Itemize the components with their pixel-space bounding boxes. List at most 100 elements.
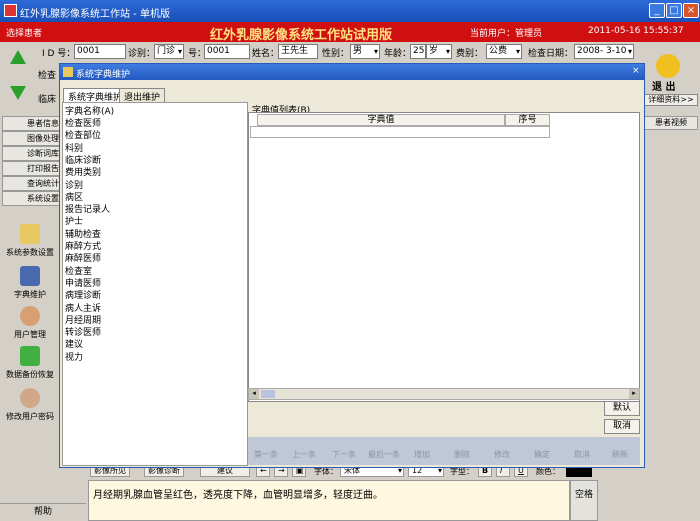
check-date-picker[interactable]: 2008- 3-10 (574, 44, 634, 59)
nav-partial-check[interactable]: 检查 (38, 68, 56, 81)
column-header-order[interactable]: 序号 (505, 114, 550, 126)
nav-query-stats[interactable]: 查询统计 (2, 176, 60, 191)
nav-partial-clinical[interactable]: 临床 (38, 92, 56, 105)
name-label: 姓名： (252, 49, 280, 59)
sex-select[interactable]: 男 (350, 44, 380, 59)
horizontal-scrollbar[interactable]: ◂ ▸ (248, 388, 640, 400)
number-input[interactable]: 0001 (204, 44, 250, 59)
report-text: 月经期乳腺血管呈红色，透亮度下降，血管明显增多，轻度迂曲。 (93, 490, 383, 501)
list-item[interactable]: 病理诊断 (65, 288, 101, 301)
list-item[interactable]: 检查部位 (65, 128, 101, 141)
list-item[interactable]: 临床诊断 (65, 153, 101, 166)
tool-label: 字典维护 (14, 290, 46, 299)
nav-prev-button[interactable]: 上一条 (292, 449, 316, 460)
list-item[interactable]: 月经周期 (65, 313, 101, 326)
list-item[interactable]: 费用类别 (65, 165, 101, 178)
tab-dictionary-maintenance[interactable]: 系统字典维护 (63, 88, 128, 103)
dialog-close-icon[interactable]: × (632, 66, 643, 77)
scroll-thumb[interactable] (261, 390, 275, 398)
age-unit-select[interactable]: 岁 (426, 44, 452, 59)
add-button[interactable]: 增加 (414, 449, 430, 460)
list-item[interactable]: 辅助检查 (65, 227, 101, 240)
minimize-button[interactable]: _ (649, 3, 665, 18)
dictionary-dialog: 系统字典维护 × 系统字典维护 退出维护 字典名称(A) 检查医师 检查部位 科别临… (59, 63, 645, 468)
up-arrow-icon[interactable] (10, 50, 26, 64)
nav-print-report[interactable]: 打印报告 (2, 161, 60, 176)
report-text-area[interactable]: 月经期乳腺血管呈红色，透亮度下降，血管明显增多，轻度迂曲。 (88, 480, 570, 521)
table-row[interactable] (250, 126, 550, 138)
tool-change-password[interactable]: 修改用户密码 (0, 388, 60, 422)
detail-info-button[interactable]: 详细资料>> (644, 94, 698, 106)
dictionary-value-grid[interactable]: 字典值 序号 (248, 112, 640, 402)
list-item[interactable]: 麻醉方式 (65, 239, 101, 252)
dialog-title: 系统字典维护 (76, 70, 131, 80)
list-item[interactable]: 科别 (65, 141, 83, 154)
book-icon (20, 266, 40, 286)
nav-patient-info[interactable]: 患者信息 (2, 116, 60, 131)
maximize-button[interactable]: □ (666, 3, 682, 18)
nav-last-button[interactable]: 最后一条 (368, 449, 400, 460)
list-item[interactable]: 诊别 (65, 178, 83, 191)
window-title: 红外乳腺影像系统工作站 - 单机版 (20, 9, 170, 20)
cancel-button[interactable]: 取消 (604, 419, 640, 434)
close-button[interactable]: × (683, 3, 699, 18)
exit-icon[interactable] (656, 54, 680, 78)
users-icon (20, 306, 40, 326)
fee-select[interactable]: 公费 (486, 44, 522, 59)
folder-settings-icon (20, 224, 40, 244)
tool-dictionary[interactable]: 字典维护 (0, 266, 60, 300)
down-arrow-icon[interactable] (10, 86, 26, 100)
nav-cancel-button[interactable]: 取消 (574, 449, 590, 460)
list-item[interactable]: 检查医师 (65, 116, 101, 129)
dictionary-list[interactable]: 字典名称(A) 检查医师 检查部位 科别 临床诊断 费用类别 诊别 病区 报告记录人 护士 辅助检… (62, 102, 248, 466)
check-date-label: 检查日期： (528, 49, 574, 59)
tool-user-management[interactable]: 用户管理 (0, 306, 60, 340)
list-item[interactable]: 视力 (65, 350, 83, 363)
id-input[interactable]: 0001 (74, 44, 126, 59)
name-input[interactable]: 王先生 (278, 44, 318, 59)
column-header-value[interactable]: 字典值 (257, 114, 505, 126)
confirm-button[interactable]: 确定 (534, 449, 550, 460)
fee-label: 费别： (456, 49, 484, 59)
dialog-titlebar: 系统字典维护 × (60, 64, 644, 80)
patient-video-button[interactable]: 患者视频 (644, 116, 698, 130)
delete-button[interactable]: 删除 (454, 449, 470, 460)
scroll-right-icon[interactable]: ▸ (629, 389, 639, 399)
list-item[interactable]: 检查室 (65, 264, 92, 277)
header-bar: 选择患者 红外乳腺影像系统工作站试用版 当前用户：管理员 2011-05-16 … (0, 22, 700, 43)
space-button[interactable]: 空格 (570, 480, 598, 521)
default-button[interactable]: 默认 (604, 401, 640, 416)
tool-label: 数据备份恢复 (6, 370, 54, 379)
exit-button[interactable]: 退 出 (652, 78, 675, 93)
nav-next-button[interactable]: 下一条 (332, 449, 356, 460)
list-item[interactable]: 转诊医师 (65, 325, 101, 338)
list-item[interactable]: 护士 (65, 214, 83, 227)
backup-icon (20, 346, 40, 366)
select-patient-link[interactable]: 选择患者 (6, 26, 42, 39)
right-panel: 退 出 详细资料>> 患者视频 (640, 54, 700, 521)
nav-diagnosis-lexicon[interactable]: 诊断词库 (2, 146, 60, 161)
nav-system-settings[interactable]: 系统设置 (2, 191, 60, 206)
list-item[interactable]: 建议 (65, 337, 83, 350)
edit-button[interactable]: 修改 (494, 449, 510, 460)
list-item[interactable]: 申请医师 (65, 276, 101, 289)
help-button[interactable]: 帮助 (0, 503, 86, 521)
sex-label: 性别： (322, 49, 350, 59)
system-banner: 红外乳腺影像系统工作站试用版 (210, 28, 393, 43)
refresh-button[interactable]: 刷新 (612, 449, 628, 460)
list-item[interactable]: 病人主诉 (65, 301, 101, 314)
visit-type-select[interactable]: 门诊 (154, 44, 184, 59)
tool-label: 系统参数设置 (6, 248, 54, 257)
list-item[interactable]: 报告记录人 (65, 202, 110, 215)
scroll-left-icon[interactable]: ◂ (249, 389, 259, 399)
age-input[interactable]: 25 (410, 44, 426, 59)
patient-info-bar: I D 号： 0001 诊别： 门诊 号： 0001 姓名： 王先生 性别： 男… (0, 42, 700, 62)
list-item[interactable]: 麻醉医师 (65, 251, 101, 264)
list-item[interactable]: 病区 (65, 190, 83, 203)
left-panel: 检查 临床 患者信息 图像处理 诊断词库 打印报告 查询统计 系统设置 系统参数… (0, 50, 60, 521)
tool-backup[interactable]: 数据备份恢复 (0, 346, 60, 380)
nav-image-processing[interactable]: 图像处理 (2, 131, 60, 146)
tool-system-params[interactable]: 系统参数设置 (0, 224, 60, 258)
tab-exit-maintenance[interactable]: 退出维护 (119, 88, 166, 103)
nav-first-button[interactable]: 第一条 (254, 449, 278, 460)
